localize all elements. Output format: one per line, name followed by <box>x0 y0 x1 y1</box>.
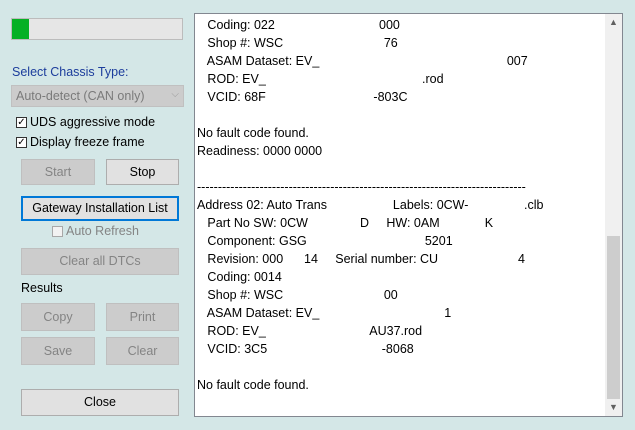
results-label: Results <box>21 281 63 295</box>
log-line: ROD: EV_ AU37.rod <box>197 324 423 338</box>
scroll-up-icon[interactable]: ▲ <box>605 14 622 31</box>
scroll-down-icon[interactable]: ▼ <box>605 399 622 416</box>
save-button[interactable]: Save <box>21 337 95 365</box>
checkbox-unchecked-icon <box>52 225 63 237</box>
log-line: Part No SW: 0CW D HW: 0AM K <box>197 216 494 230</box>
progress-fill <box>12 19 29 39</box>
progress-bar <box>11 18 183 40</box>
chassis-type-select[interactable]: Auto-detect (CAN only) ⌵ <box>11 85 184 107</box>
log-line: Component: GSG 5201 <box>197 234 453 248</box>
log-line: Address 02: Auto Trans Labels: 0CW- .clb <box>197 198 544 212</box>
auto-refresh-checkbox[interactable]: Auto Refresh <box>52 224 139 238</box>
results-log[interactable]: Coding: 022 000 Shop #: WSC 76 ASAM Data… <box>194 13 623 417</box>
log-line: ----------------------------------------… <box>197 180 526 194</box>
clear-button[interactable]: Clear <box>106 337 179 365</box>
log-line: VCID: 68F -803C <box>197 90 408 104</box>
chassis-type-label: Select Chassis Type: <box>12 65 129 79</box>
log-line: No fault code found. <box>197 126 309 140</box>
stop-button[interactable]: Stop <box>106 159 179 185</box>
log-scrollbar[interactable]: ▲ ▼ <box>605 14 622 416</box>
log-line: Coding: 022 000 <box>197 18 400 32</box>
chassis-type-value: Auto-detect (CAN only) <box>16 89 145 103</box>
scroll-thumb[interactable] <box>607 236 620 399</box>
gateway-installation-list-button[interactable]: Gateway Installation List <box>21 196 179 221</box>
freeze-frame-checkbox[interactable]: ✓ Display freeze frame <box>16 135 145 149</box>
checkbox-checked-icon: ✓ <box>16 136 27 148</box>
print-button[interactable]: Print <box>106 303 179 331</box>
log-line: ROD: EV_ .rod <box>197 72 444 86</box>
uds-aggressive-label: UDS aggressive mode <box>30 115 156 129</box>
log-line: No fault code found. <box>197 378 309 392</box>
log-line: Coding: 0014 <box>197 270 282 284</box>
start-button[interactable]: Start <box>21 159 95 185</box>
log-line: ASAM Dataset: EV_ 007 <box>197 54 528 68</box>
log-line: Readiness: 0000 0000 <box>197 144 323 158</box>
freeze-frame-label: Display freeze frame <box>30 135 145 149</box>
auto-refresh-label: Auto Refresh <box>66 224 139 238</box>
clear-all-dtcs-button[interactable]: Clear all DTCs <box>21 248 179 275</box>
log-line: Revision: 000 14 Serial number: CU 4 <box>197 252 525 266</box>
log-line: Shop #: WSC 00 <box>197 288 398 302</box>
chevron-down-icon: ⌵ <box>171 89 179 100</box>
uds-aggressive-checkbox[interactable]: ✓ UDS aggressive mode <box>16 115 155 129</box>
checkbox-checked-icon: ✓ <box>16 116 27 128</box>
copy-button[interactable]: Copy <box>21 303 95 331</box>
results-log-lines: Coding: 022 000 Shop #: WSC 76 ASAM Data… <box>197 16 603 394</box>
log-line: VCID: 3C5 -8068 <box>197 342 414 356</box>
log-line: ASAM Dataset: EV_ 1 <box>197 306 452 320</box>
log-line: Shop #: WSC 76 <box>197 36 398 50</box>
close-button[interactable]: Close <box>21 389 179 416</box>
